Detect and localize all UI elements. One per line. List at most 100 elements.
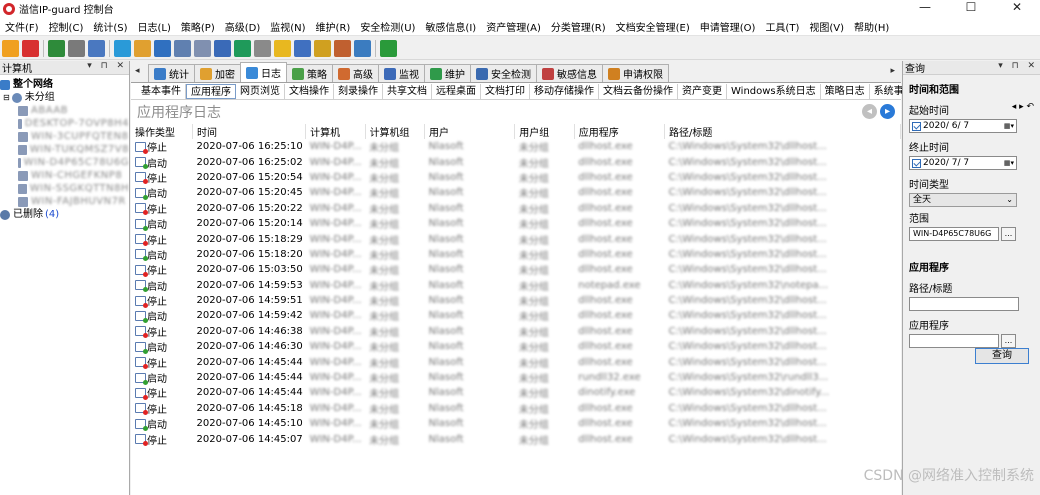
menu-item-8[interactable]: 安全检测(U) [357, 19, 418, 34]
scope-field[interactable]: WIN-D4P65C78U6G [909, 227, 999, 241]
tree-computer[interactable]: DESKTOP-7OVP8H4 [0, 117, 129, 130]
database-icon[interactable] [154, 39, 171, 57]
scope-browse-button[interactable]: ... [1001, 227, 1016, 241]
menu-item-1[interactable]: 控制(C) [46, 19, 87, 34]
end-date-picker[interactable]: 2020/ 7/ 7 ▦▾ [909, 156, 1017, 170]
refresh-icon[interactable] [380, 39, 397, 57]
column-header[interactable]: 用户组 [514, 124, 575, 139]
table-row[interactable]: 停止 2020-07-06 14:45:07 WIN-D4P... 未分组 Nlasof… [131, 431, 901, 447]
table-row[interactable]: 启动 2020-07-06 14:59:53 WIN-D4P... 未分组 Nlasof… [131, 278, 901, 293]
tab-scroll-left-icon[interactable]: ◂ [135, 66, 140, 76]
menu-item-15[interactable]: 视图(V) [806, 19, 847, 34]
table-row[interactable]: 停止 2020-07-06 15:20:22 WIN-D4P... 未分组 Nlasof… [131, 201, 901, 216]
tree-computer[interactable]: WIN-TUKQMSZ7V8 [0, 143, 129, 156]
copy-icon[interactable] [194, 39, 211, 57]
print-icon[interactable] [68, 39, 85, 57]
user-icon[interactable] [134, 39, 151, 57]
menu-item-12[interactable]: 文档安全管理(E) [613, 19, 693, 34]
tab-8[interactable]: 敏感信息 [536, 64, 603, 82]
subtab-0[interactable]: 基本事件 [137, 83, 186, 99]
tab-scroll-right-icon[interactable]: ▸ [890, 66, 895, 76]
table-row[interactable]: 启动 2020-07-06 15:20:45 WIN-D4P... 未分组 Nlasof… [131, 185, 901, 200]
tab-3[interactable]: 策略 [286, 64, 333, 82]
table-row[interactable]: 停止 2020-07-06 14:45:44 WIN-D4P... 未分组 Nlasof… [131, 385, 901, 400]
table-row[interactable]: 启动 2020-07-06 14:59:42 WIN-D4P... 未分组 Nlasof… [131, 308, 901, 323]
tree-computer[interactable]: WIN-FAJBHUVN7R [0, 195, 129, 208]
subtab-3[interactable]: 文档操作 [285, 83, 334, 99]
tab-5[interactable]: 监视 [378, 64, 425, 82]
maximize-button[interactable]: ☐ [948, 0, 994, 17]
tab-4[interactable]: 高级 [332, 64, 379, 82]
subtab-12[interactable]: 策略日志 [821, 83, 870, 99]
subtab-4[interactable]: 刻录操作 [334, 83, 383, 99]
subtab-2[interactable]: 网页浏览 [236, 83, 285, 99]
query-panel-controls[interactable]: ▾ ⊓ ✕ [998, 61, 1038, 71]
column-header[interactable]: 路径/标题 [664, 124, 901, 139]
column-header[interactable]: 应用程序 [574, 124, 666, 139]
tree-computer[interactable]: WIN-SSGKQTTN8H [0, 182, 129, 195]
tree-group[interactable]: ⊟ 未分组 [0, 91, 129, 104]
table-row[interactable]: 停止 2020-07-06 14:59:51 WIN-D4P... 未分组 Nlasof… [131, 293, 901, 308]
tab-0[interactable]: 统计 [148, 64, 195, 82]
tab-6[interactable]: 维护 [424, 64, 471, 82]
warning-icon[interactable] [274, 39, 291, 57]
table-row[interactable]: 启动 2020-07-06 14:46:30 WIN-D4P... 未分组 Nlasof… [131, 339, 901, 354]
start-date-checkbox[interactable] [912, 121, 921, 131]
new-group-icon[interactable] [2, 39, 19, 57]
table-row[interactable]: 启动 2020-07-06 16:25:02 WIN-D4P... 未分组 Nlasof… [131, 154, 901, 170]
application-browse-button[interactable]: ... [1001, 334, 1016, 348]
chart-icon[interactable] [294, 39, 311, 57]
menu-item-10[interactable]: 资产管理(A) [483, 19, 544, 34]
menu-item-6[interactable]: 监视(N) [267, 19, 308, 34]
subtab-8[interactable]: 移动存储操作 [530, 83, 599, 99]
menu-item-16[interactable]: 帮助(H) [851, 19, 892, 34]
calendar-dropdown-icon[interactable]: ▦▾ [1002, 157, 1016, 169]
menu-item-14[interactable]: 工具(T) [762, 19, 802, 34]
tree-computer[interactable]: ABAAB [0, 104, 129, 117]
globe-icon[interactable] [114, 39, 131, 57]
device-icon[interactable] [354, 39, 371, 57]
table-row[interactable]: 停止 2020-07-06 14:45:44 WIN-D4P... 未分组 Nlasof… [131, 354, 901, 370]
close-button[interactable]: ✕ [994, 0, 1040, 17]
tab-2[interactable]: 日志 [240, 62, 287, 82]
application-input[interactable] [909, 334, 999, 348]
tree-computer[interactable]: WIN-3CUPFQTEN8 [0, 130, 129, 143]
table-row[interactable]: 停止 2020-07-06 15:03:50 WIN-D4P... 未分组 Nlasof… [131, 262, 901, 277]
menu-item-7[interactable]: 维护(R) [313, 19, 354, 34]
minimize-button[interactable]: — [902, 0, 948, 17]
menu-item-5[interactable]: 高级(D) [222, 19, 264, 34]
import-icon[interactable] [48, 39, 65, 57]
table-row[interactable]: 停止 2020-07-06 14:46:38 WIN-D4P... 未分组 Nlasof… [131, 324, 901, 339]
time-type-select[interactable]: 全天 ⌄ [909, 193, 1017, 207]
column-header[interactable]: 计算机组 [365, 124, 426, 139]
tree-computer[interactable]: WIN-CHGEFKNP8 [0, 169, 129, 182]
lock-icon[interactable] [314, 39, 331, 57]
menu-item-3[interactable]: 日志(L) [135, 19, 174, 34]
table-row[interactable]: 启动 2020-07-06 15:20:14 WIN-D4P... 未分组 Nlasof… [131, 216, 901, 231]
table-row[interactable]: 停止 2020-07-06 15:20:54 WIN-D4P... 未分组 Nlasof… [131, 170, 901, 185]
table-row[interactable]: 停止 2020-07-06 16:25:10 WIN-D4P... 未分组 Nlasof… [131, 139, 901, 154]
date-nav-icons[interactable]: ◂ ▸ ↶ [1012, 102, 1034, 112]
menu-item-11[interactable]: 分类管理(R) [548, 19, 609, 34]
tree-root[interactable]: 整个网络 [0, 78, 129, 91]
column-header[interactable]: 操作类型 [131, 124, 194, 139]
disk-icon[interactable] [254, 39, 271, 57]
menu-item-2[interactable]: 统计(S) [90, 19, 130, 34]
menu-item-13[interactable]: 申请管理(O) [697, 19, 759, 34]
table-row[interactable]: 停止 2020-07-06 15:18:29 WIN-D4P... 未分组 Nlasof… [131, 231, 901, 247]
subtab-1[interactable]: 应用程序 [186, 83, 236, 99]
print-preview-icon[interactable] [88, 39, 105, 57]
tab-1[interactable]: 加密 [194, 64, 241, 82]
path-title-input[interactable] [909, 297, 1019, 311]
tab-9[interactable]: 申请权限 [602, 64, 669, 82]
monitor-icon[interactable] [214, 39, 231, 57]
subtab-7[interactable]: 文档打印 [481, 83, 530, 99]
menu-item-9[interactable]: 敏感信息(I) [422, 19, 479, 34]
next-page-icon[interactable]: ▸ [880, 104, 895, 119]
save-icon[interactable] [174, 39, 191, 57]
table-row[interactable]: 启动 2020-07-06 15:18:20 WIN-D4P... 未分组 Nlasof… [131, 247, 901, 262]
subtab-11[interactable]: Windows系统日志 [727, 83, 821, 99]
network-icon[interactable] [234, 39, 251, 57]
column-header[interactable]: 计算机 [305, 124, 366, 139]
tab-7[interactable]: 安全检测 [470, 64, 537, 82]
